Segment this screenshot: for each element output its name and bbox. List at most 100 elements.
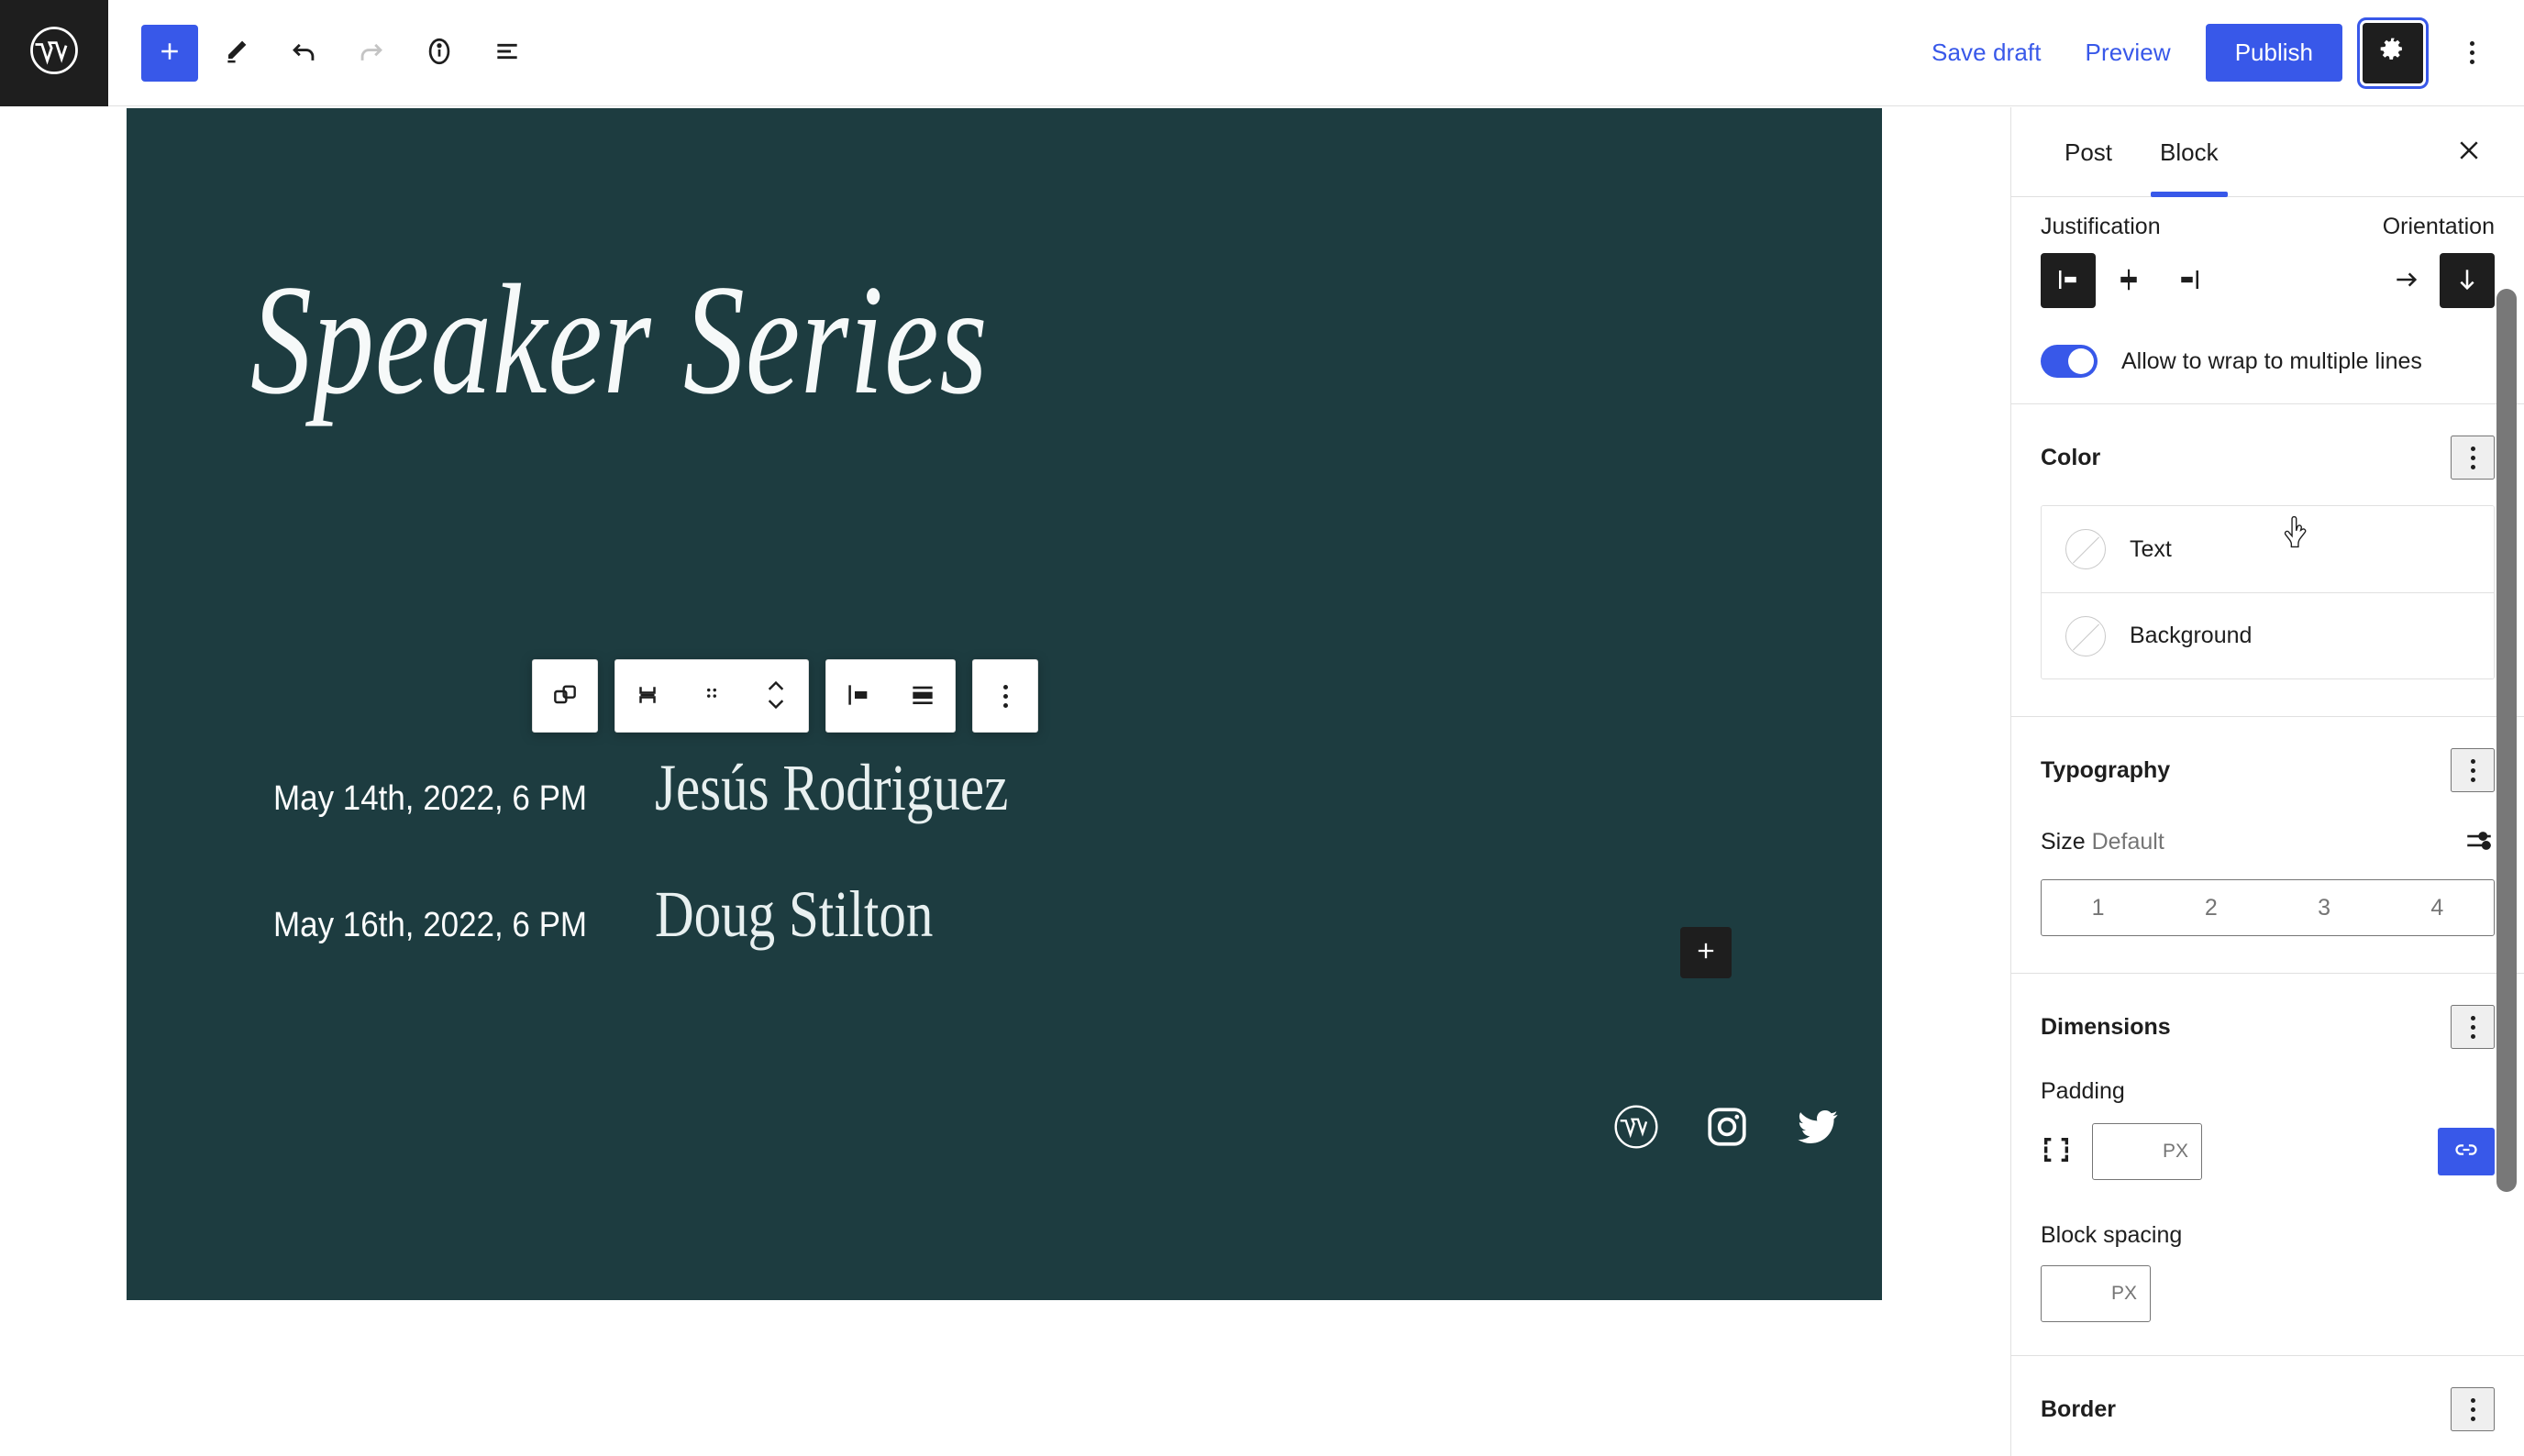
dimensions-options-button[interactable] [2451,1005,2495,1049]
wordpress-block-editor: Save draft Preview Publish Speaker Serie… [0,0,2524,1456]
list-view-icon [493,37,522,69]
kebab-menu-icon [2470,446,2475,469]
more-options-button[interactable] [2445,23,2498,83]
kebab-menu-icon [1002,684,1008,708]
parent-block-button[interactable] [615,660,680,732]
speaker-name[interactable]: Doug Stilton [655,877,933,953]
gear-icon [2378,36,2408,70]
save-draft-button[interactable]: Save draft [1910,26,2064,80]
speaker-list: May 14th, 2022, 6 PM Jesús Rodriguez May… [273,750,1741,1003]
list-view-button[interactable] [477,23,537,83]
justify-right-icon [2175,266,2203,296]
undo-arrow-icon [288,36,319,70]
wordpress-logo-button[interactable] [0,0,108,106]
color-option-label: Text [2130,535,2172,562]
settings-toggle-button[interactable] [2363,22,2423,83]
padding-input[interactable]: PX [2092,1123,2202,1180]
orientation-vertical-button[interactable] [2440,253,2495,308]
wordpress-icon[interactable] [1612,1103,1660,1151]
twitter-icon[interactable] [1794,1103,1842,1151]
edit-tool-button[interactable] [205,23,266,83]
align-button[interactable] [826,660,891,732]
link-padding-sides-button[interactable] [2438,1128,2495,1175]
speaker-row[interactable]: May 16th, 2022, 6 PM Doug Stilton [273,877,1741,953]
block-spacing-label: Block spacing [2041,1222,2183,1248]
redo-arrow-icon [356,36,387,70]
tab-block[interactable]: Block [2136,107,2242,197]
align-left-icon [844,680,873,712]
justify-right-button[interactable] [2162,253,2217,308]
block-spacing-unit: PX [2110,1283,2137,1304]
redo-button[interactable] [341,23,402,83]
speaker-date[interactable]: May 14th, 2022, 6 PM [273,779,587,819]
justify-center-button[interactable] [2101,253,2156,308]
top-bar-tools [108,23,537,83]
more-options-button[interactable] [973,660,1037,732]
padding-unit: PX [2162,1141,2188,1162]
color-section: Color Text Background [2011,404,2524,717]
move-updown-button[interactable] [744,660,808,732]
undo-button[interactable] [273,23,334,83]
sidebar-scrollbar[interactable] [2496,289,2517,1192]
copy-blocks-icon [550,680,580,712]
wrap-toggle-row[interactable]: Allow to wrap to multiple lines [2041,345,2495,378]
justify-left-icon [2054,266,2082,296]
font-size-label: Size Default [2041,829,2164,855]
instagram-icon[interactable] [1704,1104,1750,1150]
justify-center-icon [2115,266,2142,296]
cover-block[interactable]: Speaker Series May 14th, 2022, 6 PM Jesú… [127,108,1882,1300]
block-spacing-input[interactable]: PX [2041,1265,2151,1322]
publish-button[interactable]: Publish [2205,24,2342,82]
chevron-updown-icon [762,675,790,718]
tab-post[interactable]: Post [2041,107,2136,197]
font-size-preset-2[interactable]: 2 [2154,880,2267,935]
border-options-button[interactable] [2451,1387,2495,1431]
block-options-group [972,659,1038,733]
close-sidebar-button[interactable] [2443,127,2495,178]
justify-left-button[interactable] [2041,253,2096,308]
plus-icon [156,38,183,68]
details-button[interactable] [409,23,470,83]
font-size-preset-4[interactable]: 4 [2381,880,2494,935]
page-title[interactable]: Speaker Series [250,250,988,431]
drag-dots-icon [700,683,724,710]
color-options-list: Text Background [2041,505,2495,679]
block-type-button[interactable] [533,660,597,732]
no-color-swatch-icon [2065,615,2106,656]
font-size-preset-3[interactable]: 3 [2268,880,2381,935]
typography-options-button[interactable] [2451,748,2495,792]
drag-handle-button[interactable] [680,660,744,732]
wrap-toggle[interactable] [2041,345,2098,378]
color-options-button[interactable] [2451,436,2495,480]
select-parent-icon [634,681,661,711]
dimensions-section: Dimensions Padding PX Block spacing PX [2011,974,2524,1356]
info-circle-icon [424,36,455,70]
font-size-preset-1[interactable]: 1 [2042,880,2154,935]
color-option-background[interactable]: Background [2042,592,2494,678]
speaker-date[interactable]: May 16th, 2022, 6 PM [273,906,587,945]
sliders-icon [2463,832,2495,859]
font-size-presets: 1 2 3 4 [2041,879,2495,936]
speaker-row[interactable]: May 14th, 2022, 6 PM Jesús Rodriguez [273,750,1741,826]
link-icon [2453,1137,2479,1167]
speaker-name[interactable]: Jesús Rodriguez [655,750,1008,826]
border-section-title: Border [2041,1395,2116,1422]
font-size-custom-toggle[interactable] [2463,825,2495,859]
arrow-right-icon [2392,265,2421,297]
justify-button[interactable] [891,660,955,732]
typography-section-title: Typography [2041,756,2171,783]
orientation-horizontal-button[interactable] [2379,253,2434,308]
add-block-button[interactable] [141,24,198,82]
layout-section: Justification Orientation Allow to wrap … [2011,197,2524,404]
editor-canvas-area: Speaker Series May 14th, 2022, 6 PM Jesú… [0,107,2010,1456]
inline-add-block-button[interactable] [1680,927,1732,978]
pencil-icon [221,37,250,69]
block-type-group [532,659,598,733]
wrap-toggle-label: Allow to wrap to multiple lines [2121,347,2422,374]
padding-box-icon [2041,1134,2072,1170]
orientation-control: Orientation [2379,214,2495,308]
kebab-menu-icon [2470,758,2475,782]
preview-button[interactable]: Preview [2064,26,2193,80]
color-option-text[interactable]: Text [2042,506,2494,592]
block-settings-sidebar: Post Block Justification Orientation All… [2010,107,2524,1456]
